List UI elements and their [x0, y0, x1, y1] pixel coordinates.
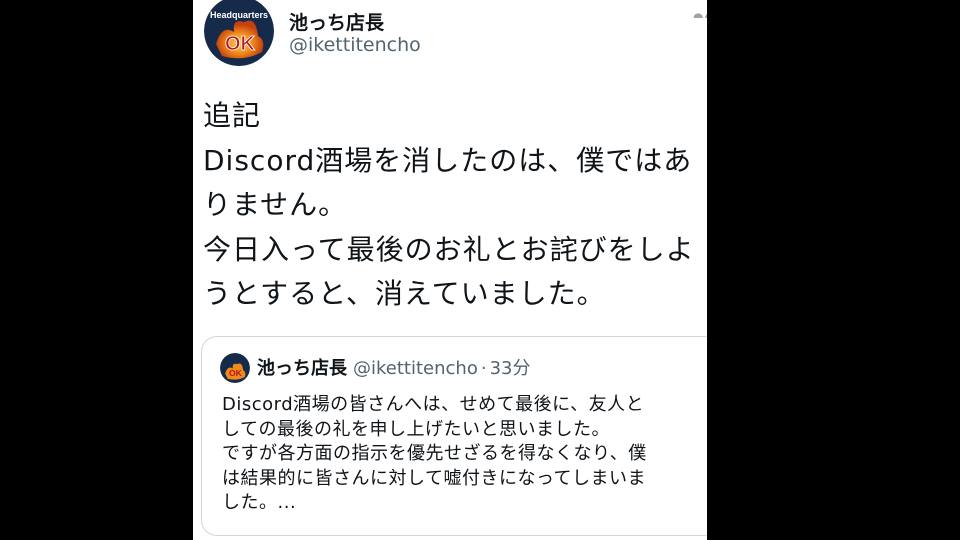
author-avatar[interactable]: Headquarters OK [204, 0, 274, 66]
quote-text: Discord酒場の皆さんへは、せめて最後に、友人と しての最後の礼を申し上げた… [222, 394, 647, 513]
quote-header: 池っち店長 @ikettitencho · 33分 [257, 357, 530, 381]
letterbox-left [0, 0, 193, 540]
letterbox-right [707, 0, 960, 540]
svg-text:OK: OK [229, 368, 243, 378]
svg-text:OK: OK [225, 33, 256, 55]
quoted-tweet-card[interactable]: OK 池っち店長 @ikettitencho · 33分 Discord酒場の皆さんへ… [201, 336, 707, 536]
quote-timestamp: 33分 [489, 358, 531, 379]
more-horizontal-icon[interactable]: ●●● [693, 10, 707, 18]
author-name[interactable]: 池っち店長 [289, 8, 384, 35]
tweet-panel: Headquarters OK 池っち店長 @ikettitencho ●●● … [193, 0, 707, 540]
author-handle[interactable]: @ikettitencho [289, 34, 421, 56]
quote-author-avatar: OK [220, 353, 250, 383]
quote-author-handle: @ikettitencho [353, 358, 478, 379]
tweet-text: 追記 Discord酒場を消したのは、僕ではあ りません。 今日入って最後のお礼… [203, 99, 695, 311]
quote-separator: · [480, 358, 487, 379]
quote-author-name: 池っち店長 [257, 358, 347, 379]
avatar-logo-icon: OK [220, 353, 250, 383]
svg-text:Headquarters: Headquarters [210, 10, 268, 20]
avatar-logo-icon: Headquarters OK [204, 0, 274, 66]
